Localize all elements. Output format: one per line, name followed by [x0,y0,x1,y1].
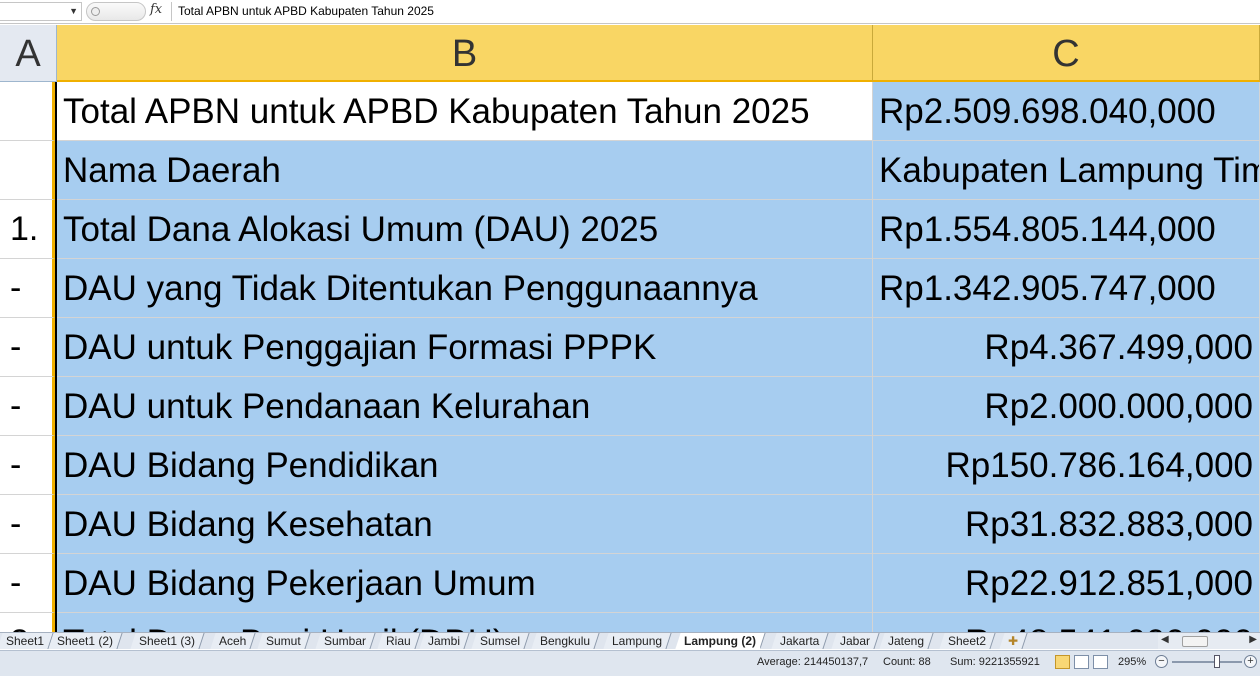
horizontal-scrollbar[interactable]: ◀ ▶ [1158,632,1260,649]
sheet-tab-label: Jabar [840,634,871,648]
sheet-tab[interactable]: Lampung (2) [675,633,766,649]
sheet-tab-label: Sheet1 (2) [57,634,114,648]
cell-b[interactable]: DAU Bidang Pendidikan [57,436,873,495]
sheet-tab[interactable]: Jakarta [771,633,829,649]
cell-c[interactable]: Rp31.832.883,000 [873,495,1260,554]
cell-a[interactable] [0,82,55,141]
selection-border [55,82,57,632]
normal-view-icon[interactable] [1055,655,1070,669]
circle-icon [91,7,100,16]
cell-a[interactable]: - [0,259,55,318]
sheet-tab[interactable]: Jabar [831,633,880,649]
status-bar: Average: 214450137,7 Count: 88 Sum: 9221… [0,650,1260,676]
zoom-out-icon[interactable]: − [1155,655,1168,668]
formula-bar-expand-handle[interactable] [86,2,146,21]
sheet-tab-label: Aceh [219,634,247,648]
page-break-preview-icon[interactable] [1093,655,1108,669]
scroll-left-icon[interactable]: ◀ [1161,634,1169,645]
sheet-tab[interactable]: Sheet1 (2) [48,633,123,649]
cell-b[interactable]: DAU yang Tidak Ditentukan Penggunaannya [57,259,873,318]
scroll-right-icon[interactable]: ▶ [1249,634,1257,645]
cell-a[interactable]: - [0,554,55,613]
sheet-tab-label: Sheet2 [948,634,987,648]
sheet-tab-label: Sheet1 [6,634,45,648]
zoom-slider-thumb[interactable] [1214,655,1220,668]
cell-c[interactable]: Rp22.912.851,000 [873,554,1260,613]
cell-c[interactable]: Rp2.509.698.040,000 [873,82,1260,141]
sheet-tab[interactable]: Sheet1 (3) [130,633,205,649]
sheet-tab[interactable]: Sheet2 [939,633,996,649]
spreadsheet-grid: A B C Total APBN untuk APBD Kabupaten Ta… [0,25,1260,632]
zoom-in-icon[interactable]: + [1244,655,1257,668]
formula-input[interactable]: Total APBN untuk APBD Kabupaten Tahun 20… [171,2,1260,21]
formula-bar: ▼ fx Total APBN untuk APBD Kabupaten Tah… [0,0,1260,24]
sheet-tab[interactable]: Sheet1 [0,633,54,649]
status-average: Average: 214450137,7 [757,656,869,668]
sheet-tab[interactable]: Aceh [210,633,256,649]
cell-b[interactable]: DAU untuk Penggajian Formasi PPPK [57,318,873,377]
cell-b[interactable]: Nama Daerah [57,141,873,200]
cell-a[interactable]: - [0,377,55,436]
column-header-c[interactable]: C [873,25,1260,82]
cell-c[interactable]: Rp48.541.000,000 [873,613,1260,632]
cell-a[interactable] [0,141,55,200]
cell-a[interactable]: - [0,495,55,554]
cell-b[interactable]: DAU untuk Pendanaan Kelurahan [57,377,873,436]
sheet-tab-label: Sumbar [324,634,367,648]
cell-b[interactable]: Total Dana Bagi Hasil (DBH) [57,613,873,632]
sheet-tab[interactable]: Jambi [419,633,470,649]
cell-c[interactable]: Rp1.342.905.747,000 [873,259,1260,318]
cell-a[interactable]: - [0,436,55,495]
sheet-tab[interactable]: Bengkulu [531,633,600,649]
page-layout-view-icon[interactable] [1074,655,1089,669]
cell-c[interactable]: Rp1.554.805.144,000 [873,200,1260,259]
sheet-tab[interactable]: Jateng [879,633,934,649]
cell-b[interactable]: DAU Bidang Kesehatan [57,495,873,554]
scrollbar-thumb[interactable] [1182,636,1208,647]
sheet-tab[interactable]: Sumut [257,633,311,649]
cell-a[interactable]: 2. [0,613,55,632]
sheet-tab-label: Lampung (2) [684,634,756,648]
insert-sheet-icon[interactable]: ✚ [999,633,1028,649]
cell-a[interactable]: 1. [0,200,55,259]
sheet-tab-label: Lampung [612,634,663,648]
sheet-tab-label: Sheet1 (3) [139,634,196,648]
sheet-tab-bar: Sheet1 Sheet1 (2) Sheet1 (3) Aceh Sumut Sumba… [0,632,1260,649]
sheet-tab-label: Jambi [428,634,461,648]
sheet-tab-label: Jakarta [780,634,820,648]
cell-c[interactable]: Rp4.367.499,000 [873,318,1260,377]
sheet-tab[interactable]: Riau [377,633,421,649]
zoom-slider-track[interactable] [1172,661,1242,663]
sheet-tab[interactable]: Sumsel [471,633,530,649]
cell-b[interactable]: DAU Bidang Pekerjaan Umum [57,554,873,613]
cell-c[interactable]: Rp2.000.000,000 [873,377,1260,436]
status-count: Count: 88 [883,656,931,668]
cell-c[interactable]: Rp150.786.164,000 [873,436,1260,495]
sheet-tab-label: Riau [386,634,411,648]
insert-function-icon[interactable]: fx [150,2,162,17]
status-sum: Sum: 9221355921 [950,656,1040,668]
sheet-tab[interactable]: Sumbar [315,633,376,649]
cell-c[interactable]: Kabupaten Lampung Timur [873,141,1260,200]
name-box[interactable]: ▼ [0,2,82,21]
sheet-tab-label: Sumut [266,634,301,648]
sheet-tab-label: Jateng [888,634,925,648]
sheet-tab-label: Sumsel [480,634,521,648]
cell-b[interactable]: Total APBN untuk APBD Kabupaten Tahun 20… [57,82,873,141]
column-header-a[interactable]: A [0,25,57,82]
cell-b[interactable]: Total Dana Alokasi Umum (DAU) 2025 [57,200,873,259]
chevron-down-icon[interactable]: ▼ [69,6,78,16]
zoom-level[interactable]: 295% [1118,656,1146,668]
sheet-tab[interactable]: Lampung [603,633,672,649]
column-header-b[interactable]: B [57,25,873,82]
sheet-tab-label: Bengkulu [540,634,591,648]
cell-a[interactable]: - [0,318,55,377]
